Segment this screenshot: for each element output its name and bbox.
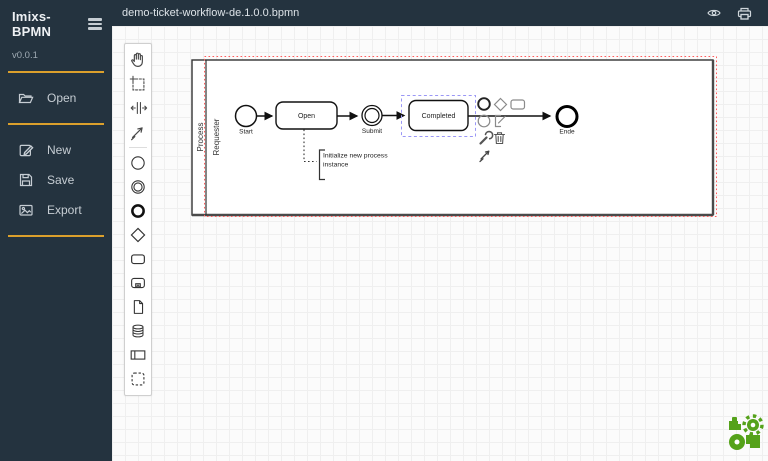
sidebar-item-label: New xyxy=(47,143,72,157)
create-data-store[interactable] xyxy=(126,319,150,343)
sidebar-item-new[interactable]: New xyxy=(0,135,112,165)
bpmn-intermediate-event-submit[interactable]: Submit xyxy=(361,104,383,136)
save-icon xyxy=(18,172,34,188)
tool-palette xyxy=(124,43,152,396)
sidebar-item-label: Open xyxy=(47,91,77,105)
bpmn-pool-process[interactable]: Process Requester xyxy=(191,59,715,217)
document-filename: demo-ticket-workflow-de.1.0.0.bpmn xyxy=(122,7,300,19)
node-label: Completed xyxy=(422,113,456,120)
create-data-object[interactable] xyxy=(126,295,150,319)
create-gateway[interactable] xyxy=(126,223,150,247)
sidebar: Imixs-BPMN v0.0.1 Open New Save Export xyxy=(0,0,112,461)
node-label: Submit xyxy=(362,128,382,135)
hand-tool[interactable] xyxy=(126,48,150,72)
create-participant[interactable] xyxy=(126,343,150,367)
bpmn-end-event-ende[interactable]: Ende xyxy=(555,105,579,136)
create-task[interactable] xyxy=(126,247,150,271)
create-group[interactable] xyxy=(126,367,150,391)
sidebar-item-label: Export xyxy=(47,203,82,217)
print-icon[interactable] xyxy=(737,7,752,20)
folder-open-icon xyxy=(18,90,34,106)
diagram-canvas[interactable]: Process Requester Start Open Submit Comp… xyxy=(112,26,768,461)
palette-divider xyxy=(129,147,147,148)
node-label: Ende xyxy=(559,129,575,136)
space-tool[interactable] xyxy=(126,96,150,120)
open-bpmn-logo xyxy=(727,413,765,458)
sidebar-item-save[interactable]: Save xyxy=(0,165,112,195)
eye-preview-icon[interactable] xyxy=(706,7,722,19)
sidebar-item-label: Save xyxy=(47,173,75,187)
create-intermediate-event[interactable] xyxy=(126,175,150,199)
create-subprocess[interactable] xyxy=(126,271,150,295)
edit-icon xyxy=(18,142,34,158)
create-end-event[interactable] xyxy=(126,199,150,223)
divider xyxy=(8,235,104,237)
create-start-event[interactable] xyxy=(126,151,150,175)
lane-label: Requester xyxy=(212,118,221,155)
sidebar-item-open[interactable]: Open xyxy=(0,83,112,113)
app-version: v0.0.1 xyxy=(12,50,38,61)
global-connect-tool[interactable] xyxy=(126,120,150,144)
lasso-tool[interactable] xyxy=(126,72,150,96)
pool-label: Process xyxy=(196,123,205,152)
divider xyxy=(8,71,104,73)
bpmn-task-completed[interactable]: Completed xyxy=(408,99,469,132)
bpmn-task-open[interactable]: Open xyxy=(275,101,338,130)
node-label: Start xyxy=(239,129,253,136)
node-label: Open xyxy=(298,113,315,120)
app-title: Imixs-BPMN xyxy=(12,9,52,39)
sidebar-item-export[interactable]: Export xyxy=(0,195,112,225)
menu-icon[interactable] xyxy=(88,18,102,30)
divider xyxy=(8,123,104,125)
topbar: demo-ticket-workflow-de.1.0.0.bpmn xyxy=(112,0,768,26)
image-export-icon xyxy=(18,202,34,218)
bpmn-diagram: Process Requester Start Open Submit Comp… xyxy=(191,56,717,217)
